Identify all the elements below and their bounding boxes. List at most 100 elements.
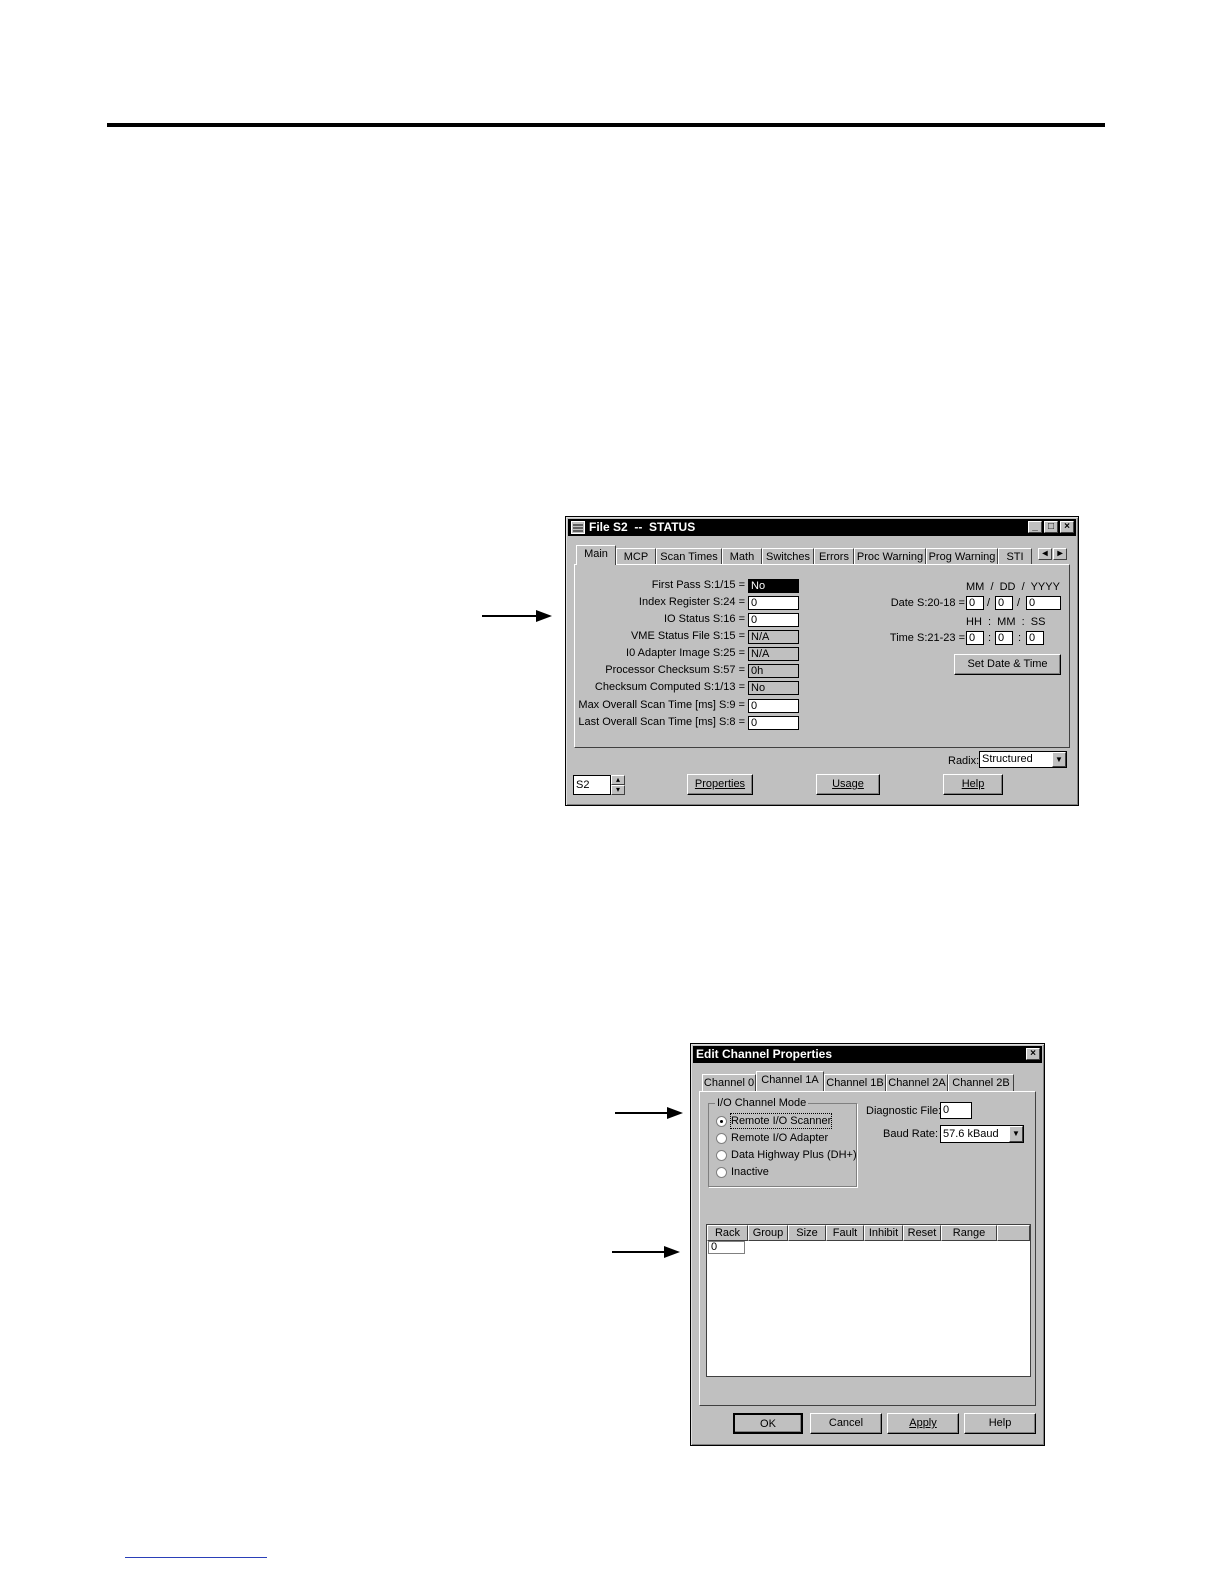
date-separator: / <box>1017 597 1021 609</box>
date-month-field[interactable]: 0 <box>966 596 984 610</box>
column-header-range[interactable]: Range <box>941 1225 997 1241</box>
radio-remote-io-scanner[interactable] <box>716 1116 727 1127</box>
diagnostic-file-input[interactable]: 0 <box>940 1102 972 1119</box>
callout-arrow-2 <box>615 1107 683 1119</box>
status-window: File S2 -- STATUS _ □ × Main MCP Scan Ti… <box>565 516 1079 806</box>
column-header-group[interactable]: Group <box>748 1225 788 1241</box>
tab-channel-2a[interactable]: Channel 2A <box>886 1074 948 1091</box>
status-titlebar[interactable]: File S2 -- STATUS _ □ × <box>568 519 1076 536</box>
date-format-header: MM / DD / YYYY <box>966 581 1060 593</box>
chevron-down-icon[interactable]: ▼ <box>1009 1126 1023 1142</box>
time-separator: : <box>988 632 992 644</box>
tab-scroll-left-icon[interactable]: ◂ <box>1038 548 1052 560</box>
first-pass-label: First Pass S:1/15 = <box>651 579 745 591</box>
time-second-field[interactable]: 0 <box>1026 631 1044 645</box>
apply-button[interactable]: Apply <box>887 1413 959 1434</box>
last-scan-time-label: Last Overall Scan Time [ms] S:8 = <box>578 716 745 728</box>
tab-switches[interactable]: Switches <box>762 548 814 565</box>
io-channel-mode-label: I/O Channel Mode <box>715 1096 809 1110</box>
radio-inactive[interactable] <box>716 1167 727 1178</box>
checksum-computed-value: No <box>748 681 799 695</box>
tab-channel-1a[interactable]: Channel 1A <box>756 1071 824 1091</box>
date-year-field[interactable]: 0 <box>1026 596 1061 610</box>
spin-up-icon[interactable]: ▴ <box>611 775 625 785</box>
channel-help-button[interactable]: Help <box>964 1413 1036 1434</box>
radio-data-highway-plus[interactable] <box>716 1150 727 1161</box>
tab-scan-times[interactable]: Scan Times <box>656 548 722 565</box>
tab-scroll-right-icon[interactable]: ▸ <box>1053 548 1067 560</box>
tab-math[interactable]: Math <box>722 548 762 565</box>
tab-channel-1b[interactable]: Channel 1B <box>824 1074 886 1091</box>
remote-io-adapter-label[interactable]: Remote I/O Adapter <box>731 1131 828 1145</box>
column-header-rack[interactable]: Rack <box>707 1225 748 1241</box>
radix-label: Radix: <box>948 755 980 767</box>
io-adapter-image-value: N/A <box>748 647 799 661</box>
channel-title: Edit Channel Properties <box>696 1047 833 1061</box>
chevron-down-icon[interactable]: ▼ <box>1052 752 1066 767</box>
usage-button[interactable]: Usage <box>816 774 880 795</box>
max-scan-time-label: Max Overall Scan Time [ms] S:9 = <box>578 699 745 711</box>
rack-table[interactable] <box>706 1224 1031 1377</box>
radio-remote-io-adapter[interactable] <box>716 1133 727 1144</box>
first-pass-value: No <box>748 579 799 593</box>
inactive-label[interactable]: Inactive <box>731 1165 769 1179</box>
tab-errors[interactable]: Errors <box>814 548 854 565</box>
time-separator: : <box>1018 632 1022 644</box>
column-header-fault[interactable]: Fault <box>826 1225 864 1241</box>
spin-down-icon[interactable]: ▾ <box>611 785 625 795</box>
processor-checksum-label: Processor Checksum S:57 = <box>605 664 745 676</box>
set-date-time-button[interactable]: Set Date & Time <box>954 654 1061 675</box>
channel-window: Edit Channel Properties × Channel 0 Chan… <box>690 1043 1045 1446</box>
time-label: Time S:21-23 = <box>889 632 965 644</box>
index-register-field[interactable]: 0 <box>748 596 799 610</box>
tab-channel-2b[interactable]: Channel 2B <box>948 1074 1014 1091</box>
footer-link-underline[interactable] <box>125 1557 267 1558</box>
callout-arrow-3 <box>612 1246 680 1258</box>
date-day-field[interactable]: 0 <box>995 596 1013 610</box>
tab-sti[interactable]: STI <box>998 548 1032 565</box>
callout-arrow-1 <box>482 610 552 622</box>
tab-channel-0[interactable]: Channel 0 <box>702 1074 756 1091</box>
index-register-label: Index Register S:24 = <box>638 596 745 608</box>
tab-mcp[interactable]: MCP <box>616 548 656 565</box>
time-hour-field[interactable]: 0 <box>966 631 984 645</box>
vme-status-value: N/A <box>748 630 799 644</box>
data-highway-plus-label[interactable]: Data Highway Plus (DH+) <box>731 1148 857 1162</box>
table-cell-rack[interactable]: 0 <box>708 1241 745 1254</box>
tab-proc-warning[interactable]: Proc Warning <box>854 548 926 565</box>
remote-io-scanner-label[interactable]: Remote I/O Scanner <box>729 1113 833 1129</box>
minimize-icon[interactable]: _ <box>1028 521 1042 533</box>
diagnostic-file-label: Diagnostic File: <box>866 1105 942 1117</box>
date-separator: / <box>987 597 991 609</box>
close-icon[interactable]: × <box>1060 521 1074 533</box>
tab-prog-warning[interactable]: Prog Warning <box>926 548 998 565</box>
close-icon[interactable]: × <box>1026 1048 1040 1060</box>
app-icon <box>571 521 585 534</box>
tab-main[interactable]: Main <box>576 545 616 565</box>
maximize-icon[interactable]: □ <box>1044 521 1058 533</box>
ok-button[interactable]: OK <box>733 1413 803 1434</box>
last-scan-time-field[interactable]: 0 <box>748 716 799 730</box>
status-title: File S2 -- STATUS <box>589 520 696 534</box>
processor-checksum-value: 0h <box>748 664 799 678</box>
io-status-label: IO Status S:16 = <box>663 613 745 625</box>
io-status-field[interactable]: 0 <box>748 613 799 627</box>
column-header-inhibit[interactable]: Inhibit <box>864 1225 903 1241</box>
file-selector-input[interactable]: S2 <box>573 775 611 795</box>
column-header-reset[interactable]: Reset <box>903 1225 941 1241</box>
properties-button[interactable]: Properties <box>687 774 753 795</box>
checksum-computed-label: Checksum Computed S:1/13 = <box>594 681 745 693</box>
column-header-blank <box>997 1225 1030 1241</box>
channel-titlebar[interactable]: Edit Channel Properties × <box>693 1046 1042 1063</box>
max-scan-time-field[interactable]: 0 <box>748 699 799 713</box>
date-label: Date S:20-18 = <box>890 597 965 609</box>
cancel-button[interactable]: Cancel <box>810 1413 882 1434</box>
column-header-size[interactable]: Size <box>788 1225 826 1241</box>
top-rule <box>107 123 1105 127</box>
vme-status-label: VME Status File S:15 = <box>630 630 745 642</box>
time-format-header: HH : MM : SS <box>966 616 1046 628</box>
io-adapter-image-label: I0 Adapter Image S:25 = <box>626 647 745 659</box>
time-minute-field[interactable]: 0 <box>995 631 1013 645</box>
baud-rate-label: Baud Rate: <box>883 1128 939 1140</box>
status-help-button[interactable]: Help <box>943 774 1003 795</box>
